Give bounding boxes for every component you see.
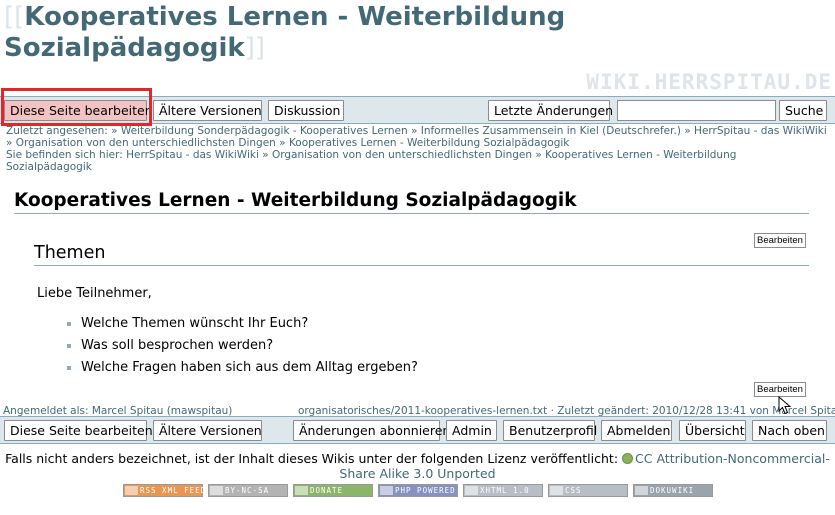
discussion-button[interactable]: Diskussion — [268, 100, 344, 121]
breadcrumb: Sie befinden sich hier: HerrSpitau - das… — [6, 149, 737, 161]
trace-line-2: » Organisation von den unterschiedlichst… — [6, 137, 570, 149]
php-powered-badge[interactable]: PHP POWERED — [378, 484, 458, 497]
badge-logo-icon — [465, 486, 478, 495]
logout-button[interactable]: Abmelden — [601, 420, 672, 441]
license-text: Falls nicht anders bezeichnet, ist der I… — [5, 451, 619, 466]
list-item: Was soll besprochen werden? — [66, 335, 418, 357]
search-input[interactable] — [617, 100, 776, 121]
list-item: Welche Fragen haben sich aus dem Alltag … — [66, 357, 418, 379]
breadcrumb-link[interactable]: HerrSpitau - das WikiWiki — [126, 149, 259, 161]
back-to-top-button[interactable]: Nach oben — [752, 420, 827, 441]
badge-logo-icon — [125, 486, 138, 495]
breadcrumb-link[interactable]: Sozialpädagogik — [6, 161, 92, 173]
trace-link[interactable]: HerrSpitau - das WikiWiki — [694, 125, 827, 137]
title-bracket-open: [[ — [4, 2, 25, 32]
search-button[interactable]: Suche — [779, 100, 827, 121]
top-toolbar: Diese Seite bearbeiten Ältere Versionen … — [0, 96, 835, 124]
donate-badge[interactable]: DONATE — [293, 484, 373, 497]
trace-link[interactable]: Kooperatives Lernen - Weiterbildung Sozi… — [289, 137, 569, 149]
edit-page-button[interactable]: Diese Seite bearbeiten — [4, 100, 153, 121]
css-badge[interactable]: CSS — [548, 484, 628, 497]
trace-link[interactable]: Organisation von den unterschiedlichsten… — [16, 137, 276, 149]
admin-button[interactable]: Admin — [446, 420, 497, 441]
older-versions-button[interactable]: Ältere Versionen — [153, 100, 262, 121]
cc-license-badge[interactable]: BY-NC-SA — [208, 484, 288, 497]
breadcrumb-link[interactable]: Organisation von den unterschiedlichsten… — [272, 149, 532, 161]
trace-link[interactable]: Informelles Zusammensein in Kiel (Deutsc… — [421, 125, 681, 137]
cc-icon — [622, 453, 634, 464]
breadcrumb-label: Sie befinden sich hier: — [6, 149, 123, 161]
license-info: Falls nicht anders bezeichnet, ist der I… — [0, 451, 835, 481]
breadcrumb-line-2: Sozialpädagogik — [6, 161, 835, 173]
title-text[interactable]: Kooperatives Lernen - Weiterbildung Sozi… — [4, 2, 565, 63]
mouse-cursor-icon — [778, 396, 792, 415]
index-button[interactable]: Übersicht — [679, 420, 746, 441]
profile-button[interactable]: Benutzerprofil — [503, 420, 597, 441]
bottom-toolbar: Diese Seite bearbeiten Ältere Versionen … — [0, 416, 835, 444]
list-item: Welche Themen wünscht Ihr Euch? — [66, 313, 418, 335]
badge-logo-icon — [210, 486, 223, 495]
edit-page-button[interactable]: Diese Seite bearbeiten — [4, 420, 153, 441]
section-edit-button[interactable]: Bearbeiten — [754, 382, 806, 397]
trace-line-1: Zuletzt angesehen: » Weiterbildung Sonde… — [6, 125, 827, 137]
badge-logo-icon — [380, 486, 393, 495]
trace-label: Zuletzt angesehen: — [6, 125, 108, 137]
breadcrumb-link[interactable]: Kooperatives Lernen - Weiterbildung — [545, 149, 736, 161]
title-bracket-close: ]] — [244, 33, 265, 63]
page-title[interactable]: [[Kooperatives Lernen - Weiterbildung So… — [4, 2, 624, 64]
xhtml-badge[interactable]: XHTML 1.0 — [463, 484, 543, 497]
intro-text: Liebe Teilnehmer, — [37, 286, 152, 301]
content-heading: Kooperatives Lernen - Weiterbildung Sozi… — [14, 190, 809, 214]
rss-feed-badge[interactable]: RSS XML FEED — [123, 484, 205, 497]
recent-changes-button[interactable]: Letzte Änderungen — [488, 100, 613, 121]
badge-logo-icon — [550, 486, 563, 495]
badge-logo-icon — [635, 486, 648, 495]
section-heading: Themen — [34, 243, 809, 266]
older-versions-button[interactable]: Ältere Versionen — [153, 420, 262, 441]
trace-link[interactable]: Weiterbildung Sonderpädagogik - Kooperat… — [121, 125, 408, 137]
topic-list: Welche Themen wünscht Ihr Euch? Was soll… — [66, 313, 418, 379]
footer-badges: RSS XML FEED BY-NC-SA DONATE PHP POWERED… — [0, 484, 835, 499]
subscribe-button[interactable]: Änderungen abonnieren — [293, 420, 450, 441]
dokuwiki-badge[interactable]: DOKUWIKI — [633, 484, 713, 497]
badge-logo-icon — [295, 486, 308, 495]
site-logo[interactable]: WIKI.HERRSPITAU.DE — [586, 70, 832, 94]
